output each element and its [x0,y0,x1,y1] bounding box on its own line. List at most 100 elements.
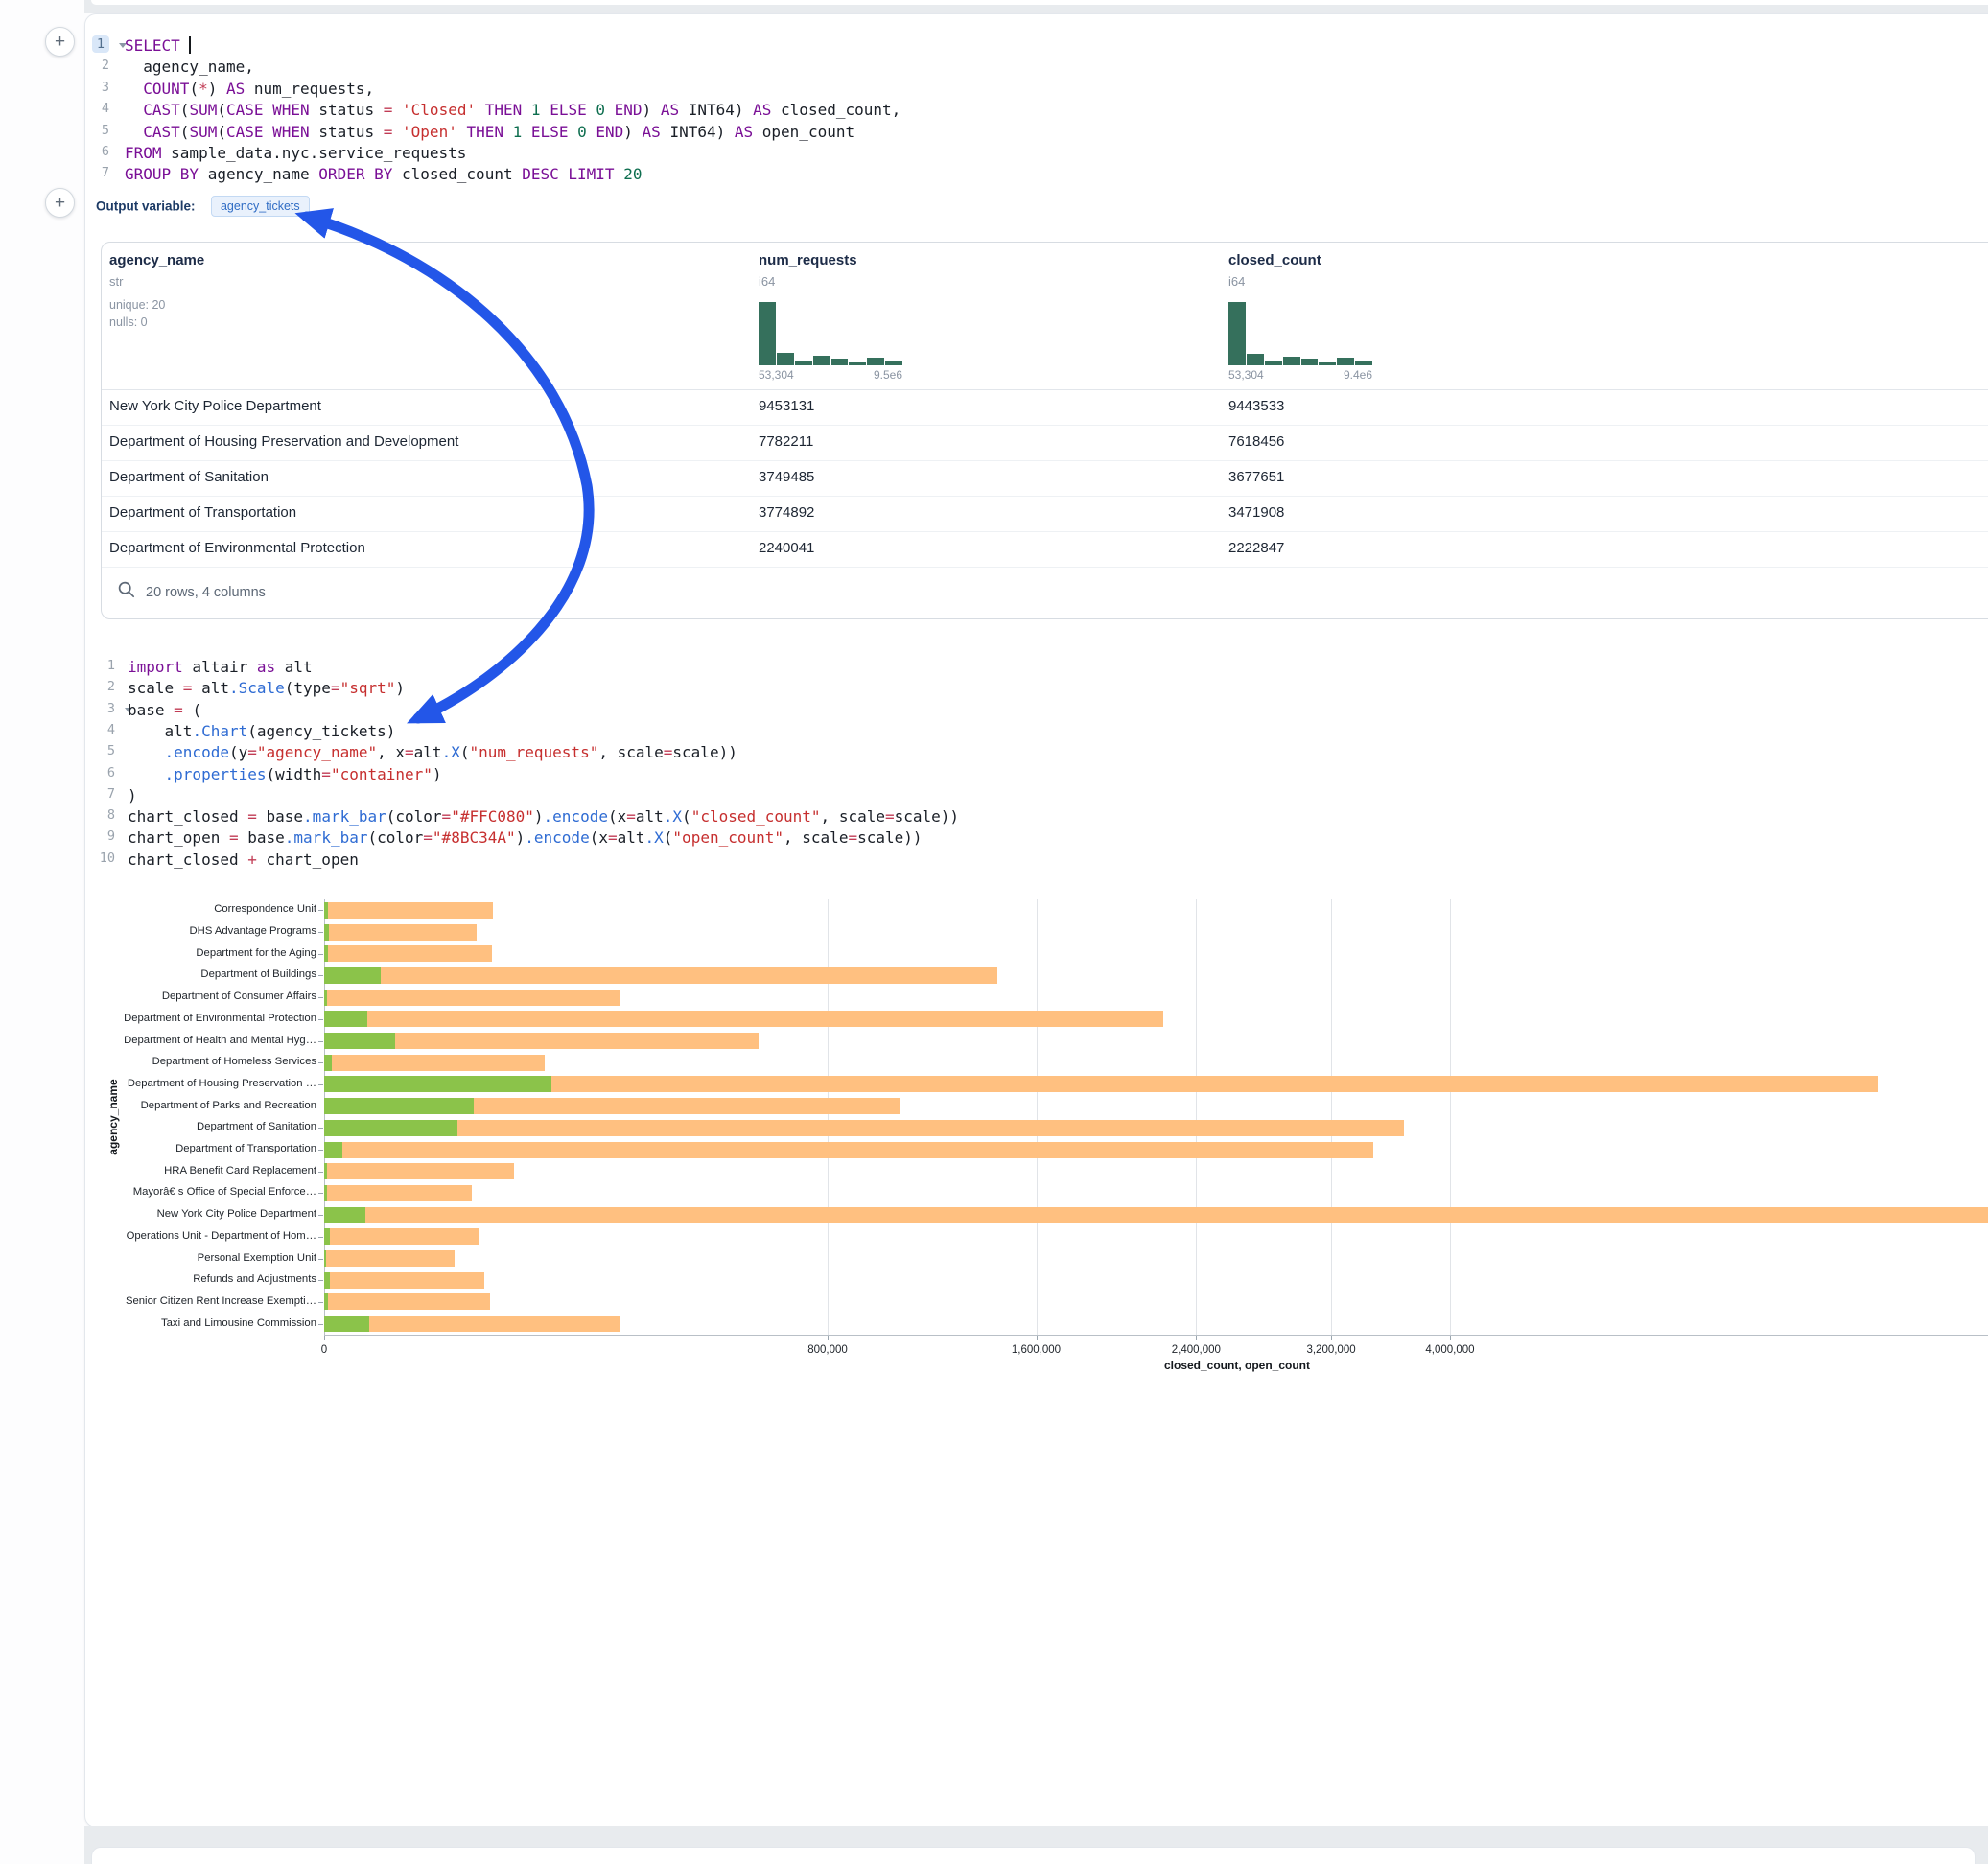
y-tick-mark [318,954,323,955]
y-axis-label: Correspondence Unit [92,903,316,915]
y-axis-label: Department of Housing Preservation … [92,1078,316,1089]
histogram-bar [831,359,849,365]
histogram-bar [1265,361,1282,365]
grid-line [1037,899,1038,1335]
code-line[interactable]: 9 chart_open = base.mark_bar(color="#8BC3… [86,827,1928,849]
python-editor[interactable]: 1import altair as alt2 scale = alt.Scale(… [86,656,1928,873]
histogram-bar [867,358,884,365]
bar-open [324,1250,326,1267]
x-axis-label: 800,000 [770,1344,885,1356]
code-line[interactable]: 8chart_closed = base.mark_bar(color="#FF… [86,805,1928,827]
bar-closed [324,990,620,1006]
y-tick-mark [318,1302,323,1303]
column-meta: unique: 20 [109,298,165,312]
y-tick-mark [318,1150,323,1151]
add-cell-button-middle[interactable]: + [45,188,75,218]
code-text: chart_open = base.mark_bar(color="#8BC34… [128,827,923,849]
bar-closed [324,1076,1878,1092]
code-line[interactable]: 10chart_closed + chart_open [86,849,1928,871]
code-line[interactable]: 5 CAST(SUM(CASE WHEN status = 'Open' THE… [86,121,1928,143]
table-cell: Department of Housing Preservation and D… [109,433,458,450]
line-number: 9 [86,828,115,844]
code-line[interactable]: 1import altair as alt [86,656,1928,678]
y-tick-mark [318,1172,323,1173]
output-variable-chip[interactable]: agency_tickets [211,196,310,217]
y-axis-label: Mayorâ€ s Office of Special Enforce… [92,1186,316,1198]
code-text: SELECT [125,35,191,57]
x-axis-label: 2,400,000 [1138,1344,1253,1356]
code-line[interactable]: 7) [86,784,1928,806]
dataframe-table: 20 rows, 4 columns agency_namestr unique:… [101,242,1988,619]
code-line[interactable]: 2 agency_name, [86,56,1928,78]
code-text: scale = alt.Scale(type="sqrt") [128,677,405,699]
line-number: 2 [86,58,109,73]
code-line[interactable]: 3base = ( [86,699,1928,721]
table-cell: 3774892 [759,504,814,521]
y-tick-mark [318,932,323,933]
code-line[interactable]: 4 alt.Chart(agency_tickets) [86,720,1928,742]
column-meta: nulls: 0 [109,315,148,329]
code-line[interactable]: 7GROUP BY agency_name ORDER BY closed_co… [86,163,1928,185]
table-cell: 7618456 [1228,433,1284,450]
code-line[interactable]: 1 SELECT [86,35,1928,57]
y-axis-label: Refunds and Adjustments [92,1273,316,1285]
bar-closed [324,945,492,962]
table-footer: 20 rows, 4 columns [102,567,677,618]
code-line[interactable]: 4 CAST(SUM(CASE WHEN status = 'Closed' T… [86,99,1928,121]
column-header[interactable]: agency_name [109,252,204,268]
code-line[interactable]: 6 .properties(width="container") [86,763,1928,785]
code-line[interactable]: 2 scale = alt.Scale(type="sqrt") [86,677,1928,699]
table-cell: 9443533 [1228,398,1284,414]
x-axis-label: 1,600,000 [979,1344,1094,1356]
search-icon[interactable] [117,580,136,599]
code-text: agency_name, [125,56,254,78]
bar-closed [324,902,493,919]
line-number: 2 [86,679,115,694]
y-axis-label: Department for the Aging [92,947,316,959]
histogram-min: 53,304 [759,368,794,382]
y-tick-mark [318,1193,323,1194]
bar-open [324,1293,328,1310]
code-line[interactable]: 5 .encode(y="agency_name", x=alt.X("num_… [86,741,1928,763]
bar-open [324,967,381,984]
add-cell-button-top[interactable]: + [45,27,75,57]
sql-editor[interactable]: 1 SELECT 2 agency_name,3 COUNT(*) AS num_… [86,35,1928,188]
y-tick-mark [318,1259,323,1260]
code-text: .encode(y="agency_name", x=alt.X("num_re… [128,741,737,763]
y-axis-label: Department of Environmental Protection [92,1013,316,1024]
bar-open [324,1098,474,1114]
bar-closed [324,1011,1163,1027]
code-text: ) [128,784,137,806]
y-axis-label: Operations Unit - Department of Hom… [92,1230,316,1242]
y-tick-mark [318,1128,323,1129]
bar-open [324,1011,367,1027]
y-tick-mark [318,975,323,976]
table-cell: New York City Police Department [109,398,321,414]
bar-closed [324,1228,479,1245]
code-line[interactable]: 6FROM sample_data.nyc.service_requests [86,142,1928,164]
bar-closed [324,1293,490,1310]
code-text: .properties(width="container") [128,763,442,785]
histogram-bar [813,356,830,365]
histogram-bar [795,361,812,365]
column-header[interactable]: closed_count [1228,252,1321,268]
bar-open [324,1228,330,1245]
code-line[interactable]: 3 COUNT(*) AS num_requests, [86,78,1928,100]
histogram-range: 53,3049.5e6 [759,368,902,382]
code-text: FROM sample_data.nyc.service_requests [125,142,466,164]
notebook-canvas: + + 1 SELECT 2 agency_name,3 COUNT(*) AS … [0,0,1988,1864]
y-tick-mark [318,1324,323,1325]
bar-open [324,945,328,962]
bar-open [324,1076,551,1092]
column-dtype: str [109,274,123,289]
column-header[interactable]: num_requests [759,252,857,268]
line-number: 1 [86,36,109,52]
histogram-bar [1228,302,1246,365]
bar-open [324,1033,395,1049]
table-cell: Department of Sanitation [109,469,269,485]
y-tick-mark [318,1237,323,1238]
row-divider [102,531,1988,532]
y-tick-mark [318,997,323,998]
y-axis-label: Department of Buildings [92,968,316,980]
line-number: 4 [86,101,109,116]
